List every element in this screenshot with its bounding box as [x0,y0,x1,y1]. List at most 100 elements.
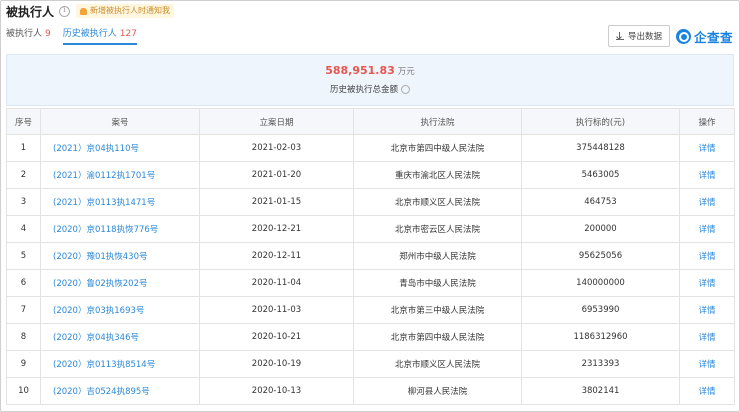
table-row: 3 (2021）京0113执1471号 2021-01-15 北京市顺义区人民法院 46… [6,188,735,216]
amount-unit: 万元 [397,67,415,77]
col-header-date: 立案日期 [199,108,354,135]
title-row: 被执行人 新增被执行人时通知我 [6,2,175,20]
table-header-row: 序号 案号 立案日期 执行法院 执行标的(元) 操作 [6,108,735,135]
case-number-link[interactable]: (2021）京0113执1471号 [40,188,200,216]
row-number: 3 [6,188,41,216]
export-button[interactable]: 导出数据 [608,25,670,47]
row-number: 9 [6,350,41,378]
table-row: 10 (2020）吉0524执895号 2020-10-13 柳河县人民法院 38021… [6,377,735,405]
court-name: 柳河县人民法院 [353,377,522,405]
court-name: 重庆市渝北区人民法院 [353,161,522,189]
execution-amount: 5463005 [521,161,680,189]
detail-link[interactable]: 详情 [679,350,735,378]
row-number: 10 [6,377,41,405]
row-number: 1 [6,134,41,162]
row-number: 7 [6,296,41,324]
col-header-case: 案号 [40,108,200,135]
table-row: 5 (2020）豫01执恢430号 2020-12-11 郑州市中级人民法院 95625… [6,242,735,270]
logo-icon [676,28,691,44]
court-name: 北京市第四中级人民法院 [353,323,522,351]
summary-label: 历史被执行总金额 [329,85,398,95]
execution-amount: 200000 [521,215,680,243]
col-header-amount: 执行标的(元) [521,108,680,135]
case-number-link[interactable]: (2020）鲁02执恢202号 [40,269,200,297]
case-number-link[interactable]: (2020）京0113执8514号 [40,350,200,378]
detail-link[interactable]: 详情 [679,296,735,324]
case-number-link[interactable]: (2020）豫01执恢430号 [40,242,200,270]
detail-link[interactable]: 详情 [679,269,735,297]
filing-date: 2020-10-21 [199,323,354,351]
summary-box: 588,951.83 万元 历史被执行总金额 [6,54,734,106]
detail-link[interactable]: 详情 [679,134,735,162]
table-row: 4 (2020）京0118执恢776号 2020-12-21 北京市密云区人民法院 20… [6,215,735,243]
execution-amount: 464753 [521,188,680,216]
case-number-link[interactable]: (2020）京04执346号 [40,323,200,351]
qichacha-logo: 企查查 [676,25,733,47]
detail-link[interactable]: 详情 [679,242,735,270]
court-name: 郑州市中级人民法院 [353,242,522,270]
filing-date: 2021-02-03 [199,134,354,162]
filing-date: 2020-12-21 [199,215,354,243]
case-number-link[interactable]: (2020）吉0524执895号 [40,377,200,405]
execution-amount: 1186312960 [521,323,680,351]
tab-count: 9 [45,29,51,39]
bell-icon [80,7,88,15]
tab-current-executed[interactable]: 被执行人 9 [6,26,51,45]
section-title: 被执行人 [6,4,55,19]
logo-text: 企查查 [694,29,734,45]
row-number: 6 [6,269,41,297]
table-row: 8 (2020）京04执346号 2020-10-21 北京市第四中级人民法院 1186… [6,323,735,351]
col-header-no: 序号 [6,108,41,135]
tab-label: 历史被执行人 [62,29,117,39]
filing-date: 2020-10-13 [199,377,354,405]
filing-date: 2020-11-03 [199,296,354,324]
court-name: 北京市顺义区人民法院 [353,350,522,378]
tab-history-executed[interactable]: 历史被执行人 127 [62,26,137,45]
case-number-link[interactable]: (2021）京04执110号 [40,134,200,162]
execution-amount: 2313393 [521,350,680,378]
execution-amount: 3802141 [521,377,680,405]
col-header-op: 操作 [679,108,735,135]
row-number: 5 [6,242,41,270]
history-table: 序号 案号 立案日期 执行法院 执行标的(元) 操作 1 (2021）京04执11… [6,108,735,405]
notify-label: 新增被执行人时通知我 [90,6,171,15]
case-number-link[interactable]: (2020）京0118执恢776号 [40,215,200,243]
table-row: 2 (2021）渝0112执1701号 2021-01-20 重庆市渝北区人民法院 54… [6,161,735,189]
detail-link[interactable]: 详情 [679,161,735,189]
table-row: 9 (2020）京0113执8514号 2020-10-19 北京市顺义区人民法院 23… [6,350,735,378]
help-icon[interactable] [401,84,410,94]
court-name: 北京市第四中级人民法院 [353,134,522,162]
case-number-link[interactable]: (2020）京03执1693号 [40,296,200,324]
detail-link[interactable]: 详情 [679,188,735,216]
tab-label: 被执行人 [6,29,43,39]
court-name: 青岛市中级人民法院 [353,269,522,297]
table-row: 6 (2020）鲁02执恢202号 2020-11-04 青岛市中级人民法院 14000… [6,269,735,297]
execution-amount: 140000000 [521,269,680,297]
tab-bar: 被执行人 9 历史被执行人 127 [6,26,149,45]
filing-date: 2020-10-19 [199,350,354,378]
table-row: 1 (2021）京04执110号 2021-02-03 北京市第四中级人民法院 3754… [6,134,735,162]
execution-amount: 6953990 [521,296,680,324]
detail-link[interactable]: 详情 [679,377,735,405]
execution-amount: 375448128 [521,134,680,162]
case-number-link[interactable]: (2021）渝0112执1701号 [40,161,200,189]
row-number: 2 [6,161,41,189]
detail-link[interactable]: 详情 [679,215,735,243]
court-name: 北京市密云区人民法院 [353,215,522,243]
col-header-court: 执行法院 [353,108,522,135]
filing-date: 2020-12-11 [199,242,354,270]
notify-badge[interactable]: 新增被执行人时通知我 [76,4,175,18]
detail-link[interactable]: 详情 [679,323,735,351]
filing-date: 2021-01-20 [199,161,354,189]
row-number: 4 [6,215,41,243]
court-name: 北京市顺义区人民法院 [353,188,522,216]
info-icon[interactable] [59,5,71,17]
filing-date: 2020-11-04 [199,269,354,297]
tab-count: 127 [119,29,137,39]
export-label: 导出数据 [627,32,662,42]
total-amount: 588,951.83 [325,64,395,77]
court-name: 北京市第三中级人民法院 [353,296,522,324]
filing-date: 2021-01-15 [199,188,354,216]
execution-amount: 95625056 [521,242,680,270]
table-row: 7 (2020）京03执1693号 2020-11-03 北京市第三中级人民法院 695… [6,296,735,324]
